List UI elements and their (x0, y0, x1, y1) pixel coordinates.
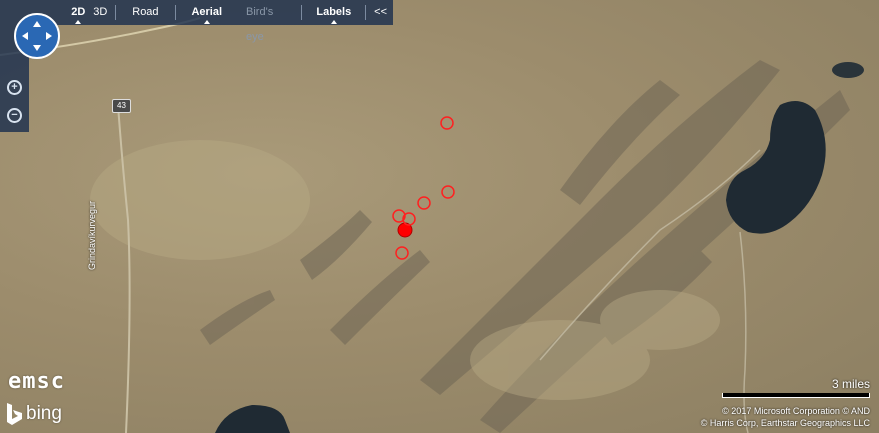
earthquake-marker[interactable] (440, 116, 454, 130)
road-grindavikurvegur (117, 104, 131, 433)
copyright: © 2017 Microsoft Corporation © AND © Har… (701, 405, 870, 429)
view-2d-button[interactable]: 2D (65, 0, 91, 25)
earthquake-marker[interactable] (417, 196, 431, 210)
labels-button[interactable]: Labels (304, 0, 363, 25)
aerial-button[interactable]: Aerial (177, 0, 236, 25)
road-southeast (739, 231, 749, 433)
map-toolbar: 2D 3D Road Aerial Bird's eye Labels << (0, 0, 393, 43)
bing-wordmark: bing (26, 403, 62, 424)
earthquake-marker[interactable] (441, 185, 455, 199)
bing-logo: bing (4, 402, 62, 426)
scale-label: 3 miles (831, 377, 870, 391)
bing-b-icon (7, 403, 22, 425)
birds-eye-button[interactable]: Bird's eye (236, 0, 299, 43)
copyright-line-2: © Harris Corp, Earthstar Geographics LLC (700, 418, 870, 428)
toolbar-divider (174, 5, 176, 20)
zoom-out-icon[interactable]: − (7, 108, 22, 123)
route-shield: 43 (112, 99, 131, 113)
scale-line (722, 393, 870, 398)
copyright-line-1: © 2017 Microsoft Corporation © AND (722, 406, 870, 416)
earthquake-marker[interactable] (395, 246, 409, 260)
road-label: Grindavíkurvegur (87, 200, 97, 270)
toolbar-divider (365, 5, 367, 20)
earthquake-markers (392, 116, 455, 260)
view-3d-button[interactable]: 3D (91, 0, 113, 25)
terrain-layer (0, 17, 864, 433)
lake-small (832, 62, 864, 78)
toolbar-divider (301, 5, 303, 20)
emsc-logo: emsc (8, 369, 65, 394)
road-button[interactable]: Road (118, 0, 172, 25)
pan-navigator[interactable] (14, 13, 60, 59)
scale-bar: 3 miles (722, 377, 870, 398)
toolbar-divider (115, 5, 117, 20)
zoom-in-icon[interactable]: + (7, 80, 22, 95)
collapse-toolbar-button[interactable]: << (368, 0, 393, 25)
pan-arrows-icon (22, 21, 52, 51)
lake-south (215, 405, 290, 433)
aerial-map[interactable]: 43 Grindavíkurvegur 2D 3D Road Aerial Bi… (0, 0, 879, 433)
